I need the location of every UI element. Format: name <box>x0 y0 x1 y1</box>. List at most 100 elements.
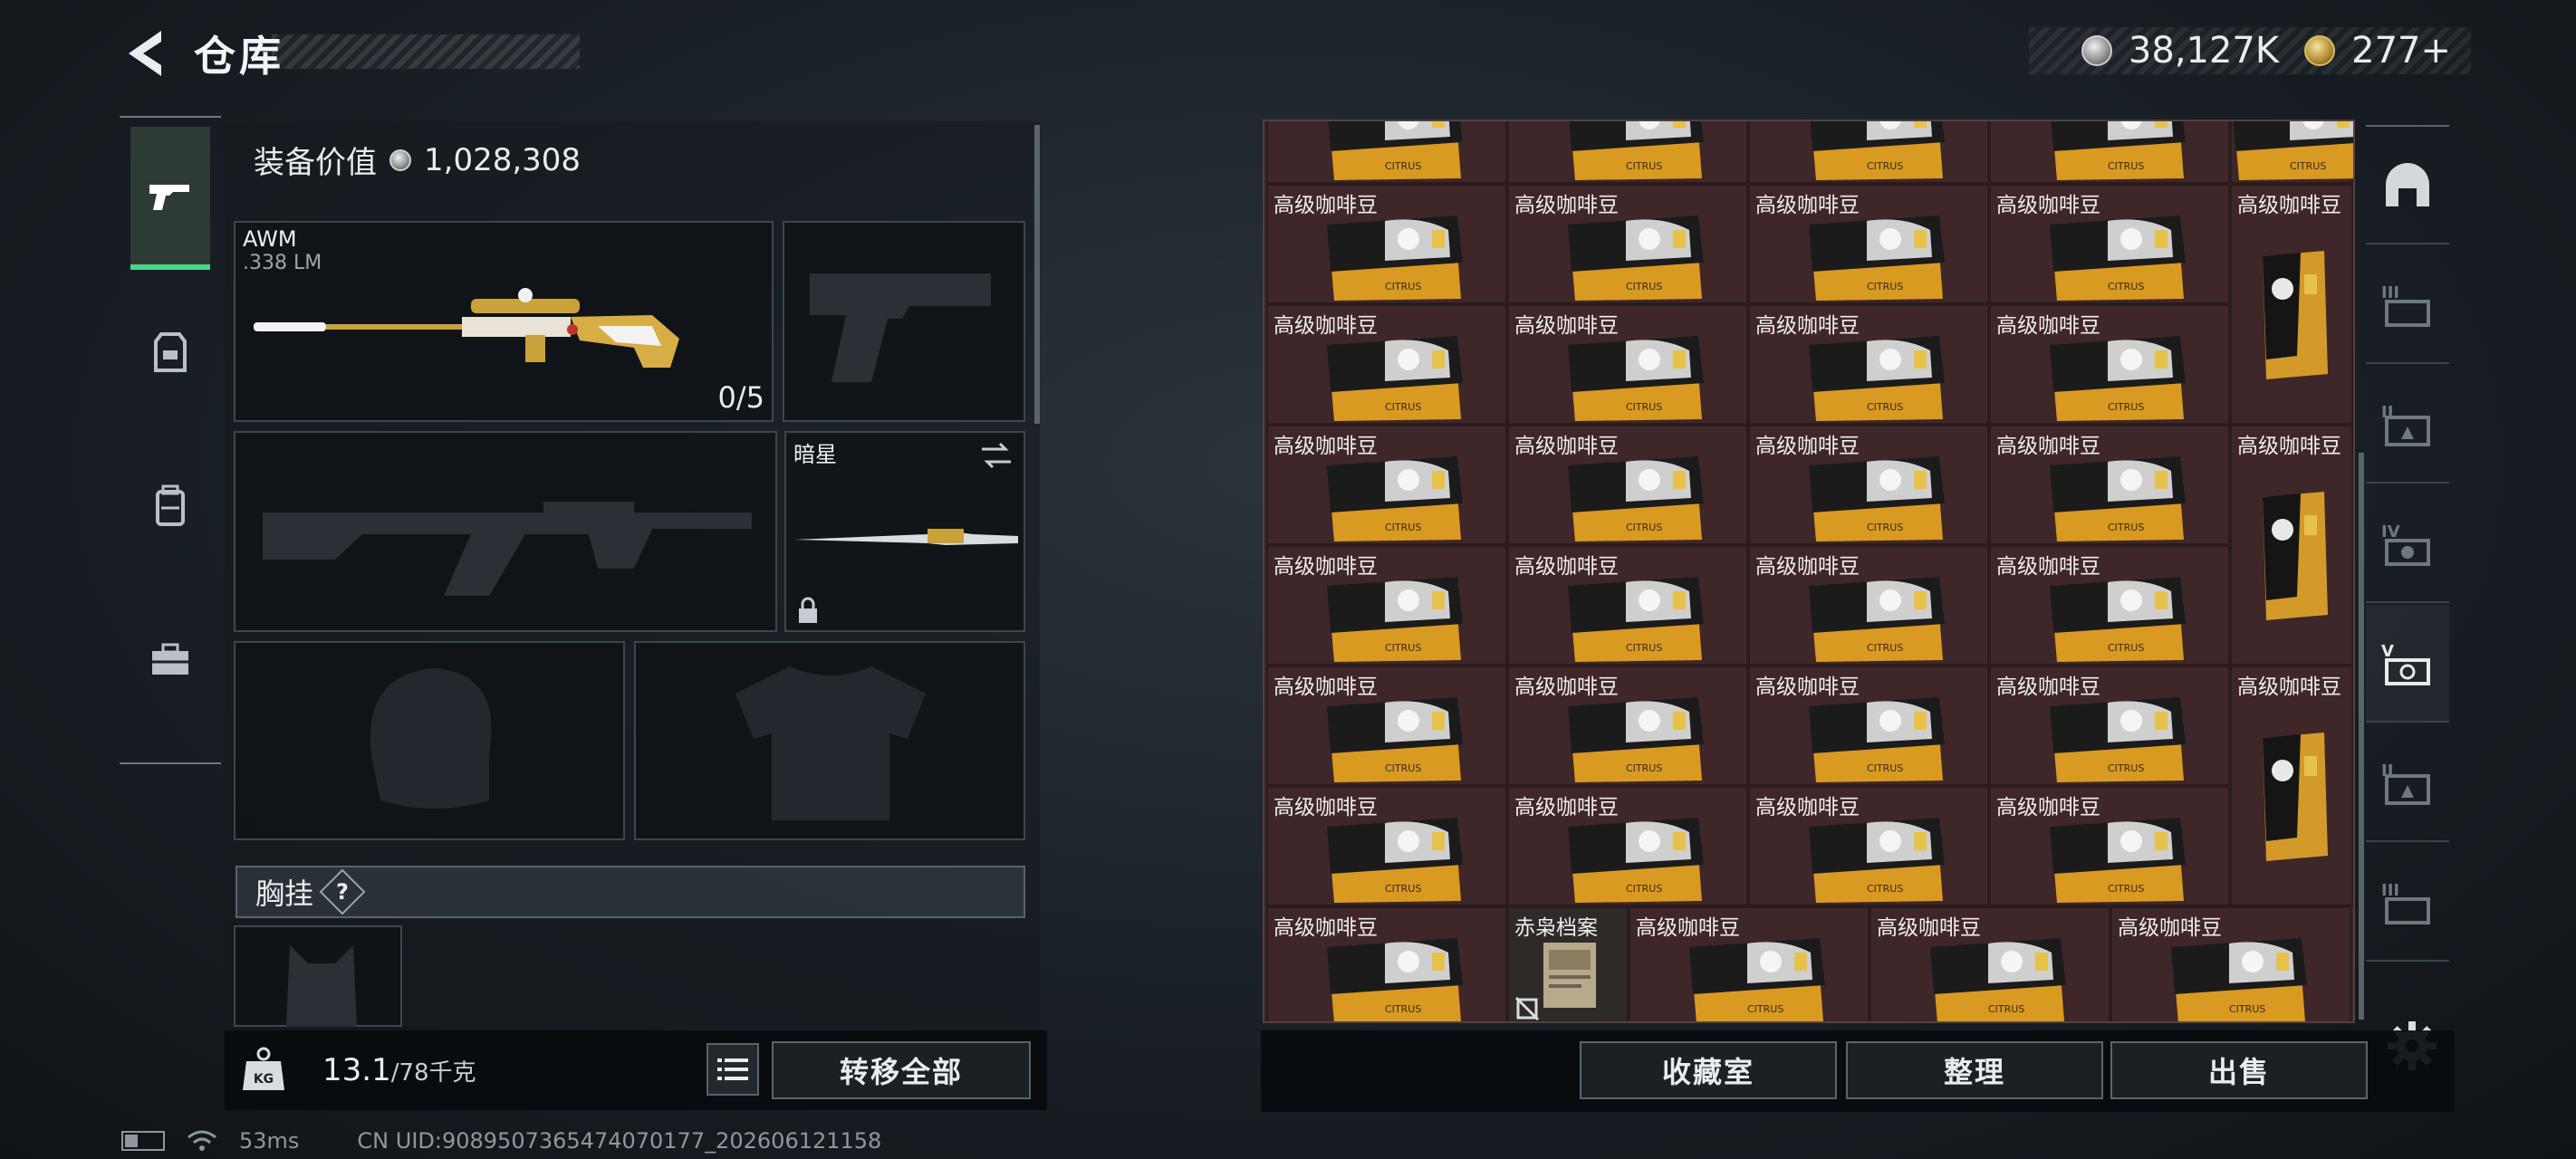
coffee-bag-icon: CITRUS <box>1568 336 1704 421</box>
storage-item-coffee-beans[interactable]: 高级咖啡豆 CITRUS <box>1507 184 1748 304</box>
document-file-icon <box>1543 943 1596 1008</box>
transfer-all-button[interactable]: 转移全部 <box>772 1041 1031 1099</box>
storage-box-icon: III <box>2381 881 2430 924</box>
storage-item-coffee-beans[interactable]: CITRUS <box>1748 121 1989 184</box>
list-view-button[interactable] <box>706 1043 759 1096</box>
storage-item-coffee-beans[interactable]: 高级咖啡豆 CITRUS <box>1748 545 1989 666</box>
storage-item-coffee-beans[interactable]: CITRUS <box>1989 121 2230 184</box>
storage-item-coffee-beans[interactable]: 高级咖啡豆 CITRUS <box>1507 425 1748 545</box>
storage-item-coffee-beans[interactable]: CITRUS <box>1266 121 1507 184</box>
coffee-bag-icon: CITRUS <box>1327 336 1463 421</box>
tab-case[interactable] <box>130 589 210 732</box>
silver-currency-value: 38,127K <box>2128 30 2280 72</box>
storage-item-coffee-beans[interactable]: 高级咖啡豆 CITRUS <box>1870 906 2110 1021</box>
tab-storage-3[interactable]: II <box>2366 366 2449 484</box>
tab-storage-overview[interactable] <box>2366 127 2449 244</box>
tab-armor[interactable] <box>130 281 210 424</box>
storage-item-coffee-beans[interactable]: 高级咖啡豆 CITRUS <box>1989 786 2230 906</box>
armor-placeholder-icon <box>735 666 926 820</box>
storage-item-coffee-beans[interactable]: 高级咖啡豆 CITRUS <box>1748 666 1989 786</box>
help-button[interactable]: ? <box>319 868 366 915</box>
storage-item-coffee-beans[interactable]: 高级咖啡豆 CITRUS <box>1748 425 1989 545</box>
equipment-scrollbar[interactable] <box>1034 125 1040 424</box>
coffee-bag-icon: CITRUS <box>2051 121 2186 180</box>
melee-slot[interactable]: 暗星 <box>784 431 1025 632</box>
storage-item-coffee-beans[interactable]: 高级咖啡豆 CITRUS <box>2110 906 2351 1021</box>
tab-storage-4[interactable]: IV <box>2366 485 2449 603</box>
pistol-icon <box>149 185 189 210</box>
gold-coin-icon <box>2304 35 2336 66</box>
swap-icon[interactable] <box>978 440 1014 471</box>
storage-item-coffee-beans[interactable]: 高级咖啡豆 CITRUS <box>1507 304 1748 425</box>
item-name: 高级咖啡豆 <box>2237 435 2341 458</box>
storage-box-icon: III <box>2381 283 2430 327</box>
back-button[interactable] <box>120 25 168 81</box>
storage-item-coffee-beans[interactable]: 高级咖啡豆 CITRUS <box>1266 666 1507 786</box>
storage-item-coffee-beans[interactable]: 高级咖啡豆 CITRUS <box>1989 666 2230 786</box>
storage-item-coffee-beans[interactable]: 高级咖啡豆 CITRUS <box>1507 666 1748 786</box>
storage-item-coffee-beans[interactable]: 高级咖啡豆 CITRUS <box>1266 425 1507 545</box>
storage-item-coffee-beans[interactable]: 高级咖啡豆 CITRUS <box>1629 906 1870 1021</box>
coffee-bag-icon: CITRUS <box>1809 336 1945 421</box>
secondary-primary-slot[interactable] <box>234 431 777 632</box>
coffee-bag-icon: CITRUS <box>1568 216 1704 301</box>
chest-rig-label: 胸挂 <box>255 876 314 911</box>
silver-coin-icon <box>2081 35 2112 66</box>
tab-storage-6[interactable]: II <box>2366 724 2449 842</box>
coffee-bag-icon: CITRUS <box>2050 336 2186 421</box>
storage-item-coffee-beans[interactable]: 高级咖啡豆 CITRUS <box>1507 786 1748 906</box>
gold-currency-value[interactable]: 277+ <box>2351 30 2451 72</box>
storage-item-red-owl-file[interactable]: 赤枭档案 <box>1507 906 1629 1021</box>
tab-weapons[interactable] <box>130 127 210 270</box>
svg-text:CITRUS: CITRUS <box>1385 1003 1421 1015</box>
coffee-bag-icon: CITRUS <box>2050 697 2186 782</box>
storage-item-coffee-beans[interactable]: 高级咖啡豆 CITRUS <box>1748 304 1989 425</box>
coffee-bag-icon: CITRUS <box>2050 577 2186 662</box>
body-armor-slot[interactable] <box>634 641 1025 840</box>
secondary-weapon-slot[interactable] <box>783 221 1025 422</box>
ping-text: 53ms <box>239 1128 300 1154</box>
storage-item-coffee-beans[interactable]: 高级咖啡豆 <box>2230 184 2353 425</box>
storage-item-coffee-beans[interactable]: 高级咖啡豆 CITRUS <box>1507 545 1748 666</box>
storage-item-coffee-beans[interactable]: 高级咖啡豆 <box>2230 425 2353 666</box>
helmet-slot[interactable] <box>234 641 625 840</box>
storage-item-coffee-beans[interactable]: 高级咖啡豆 CITRUS <box>1266 906 1507 1021</box>
svg-text:CITRUS: CITRUS <box>1867 642 1903 654</box>
equipment-value: 1,028,308 <box>424 141 582 178</box>
storage-scrollbar[interactable] <box>2359 453 2364 1020</box>
storage-item-coffee-beans[interactable]: CITRUS <box>1507 121 1748 184</box>
tab-backpack[interactable] <box>130 435 210 578</box>
storage-item-coffee-beans[interactable]: 高级咖啡豆 <box>2230 666 2353 906</box>
storage-item-coffee-beans[interactable]: 高级咖啡豆 CITRUS <box>1266 786 1507 906</box>
svg-text:CITRUS: CITRUS <box>1747 1003 1783 1015</box>
storage-item-coffee-beans[interactable]: 高级咖啡豆 CITRUS <box>1748 786 1989 906</box>
storage-item-coffee-beans[interactable]: 高级咖啡豆 CITRUS <box>1266 304 1507 425</box>
storage-item-coffee-beans[interactable]: 高级咖啡豆 CITRUS <box>1748 184 1989 304</box>
collection-room-button[interactable]: 收藏室 <box>1580 1041 1837 1099</box>
storage-box-icon: II <box>2381 761 2430 805</box>
no-drop-icon <box>1514 996 1540 1021</box>
storage-item-coffee-beans[interactable]: 高级咖啡豆 CITRUS <box>1266 545 1507 666</box>
storage-item-coffee-beans[interactable]: 高级咖啡豆 CITRUS <box>1989 184 2230 304</box>
storage-item-coffee-beans[interactable]: 高级咖啡豆 CITRUS <box>1989 304 2230 425</box>
weight-current: 13.1 <box>322 1052 391 1088</box>
storage-item-coffee-beans[interactable]: 高级咖啡豆 CITRUS <box>1989 425 2230 545</box>
storage-item-coffee-beans[interactable]: 高级咖啡豆 CITRUS <box>1989 545 2230 666</box>
tab-storage-5[interactable]: V <box>2366 605 2449 723</box>
coffee-bag-icon: CITRUS <box>1809 216 1945 301</box>
tab-storage-2[interactable]: III <box>2366 246 2449 364</box>
svg-text:CITRUS: CITRUS <box>1385 401 1421 413</box>
storage-item-coffee-beans[interactable]: CITRUS <box>2230 121 2353 184</box>
coffee-bag-icon: CITRUS <box>1569 121 1704 180</box>
coffee-bag-icon: CITRUS <box>1327 577 1463 662</box>
sell-button[interactable]: 出售 <box>2110 1041 2368 1099</box>
uid-text: CN UID:9089507365474070177_202606121158 <box>357 1128 882 1154</box>
organize-button[interactable]: 整理 <box>1846 1041 2103 1099</box>
tab-storage-7[interactable]: III <box>2366 844 2449 962</box>
briefcase-icon <box>152 643 188 675</box>
chest-rig-slot[interactable] <box>234 925 402 1027</box>
primary-weapon-slot[interactable]: AWM .338 LM 0/5 <box>234 221 774 422</box>
weight-icon: KG <box>243 1047 284 1090</box>
svg-text:CITRUS: CITRUS <box>1385 160 1421 172</box>
storage-item-coffee-beans[interactable]: 高级咖啡豆 CITRUS <box>1266 184 1507 304</box>
